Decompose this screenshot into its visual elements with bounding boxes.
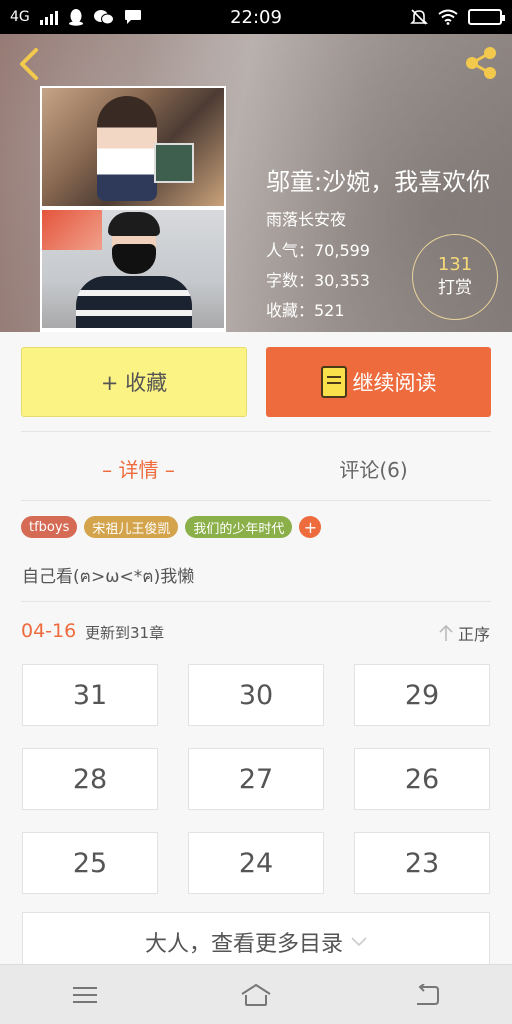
tag-item[interactable]: tfboys bbox=[21, 516, 78, 538]
menu-button[interactable] bbox=[55, 975, 115, 1015]
status-left: 4G bbox=[10, 8, 142, 26]
popularity-stat: 人气：70,599 bbox=[266, 241, 370, 260]
update-date: 04-16 bbox=[21, 620, 77, 642]
add-tag-button[interactable]: + bbox=[299, 516, 322, 538]
menu-icon bbox=[73, 986, 98, 1003]
book-icon bbox=[320, 366, 347, 398]
sort-label: 正序 bbox=[457, 625, 490, 644]
book-cover bbox=[40, 86, 226, 332]
status-bar: 4G 22:09 bbox=[0, 0, 512, 34]
tag-item[interactable]: 我们的少年时代 bbox=[185, 516, 293, 538]
message-icon bbox=[124, 10, 141, 24]
tab-detail[interactable]: – 详情 – bbox=[21, 448, 256, 488]
cover-photo-top bbox=[42, 88, 224, 206]
more-chapters-button[interactable]: 大人，查看更多目录 bbox=[22, 912, 490, 972]
continue-reading-label: 继续阅读 bbox=[352, 371, 437, 395]
reward-label: 打赏 bbox=[438, 278, 472, 298]
wechat-icon bbox=[93, 10, 114, 25]
divider bbox=[21, 500, 491, 501]
chapter-item[interactable]: 23 bbox=[354, 832, 490, 894]
tag-item[interactable]: 宋祖儿王俊凯 bbox=[84, 516, 179, 538]
chapter-item[interactable]: 24 bbox=[188, 832, 324, 894]
favorites-stat: 收藏：521 bbox=[266, 301, 345, 320]
divider bbox=[21, 431, 491, 432]
chapter-item[interactable]: 28 bbox=[22, 748, 158, 810]
book-header: 邬童:沙婉，我喜欢你 雨落长安夜 人气：70,599 字数：30,353 收藏：… bbox=[0, 34, 512, 332]
tab-comments[interactable]: 评论(6) bbox=[256, 448, 491, 488]
chapter-item[interactable]: 29 bbox=[354, 664, 490, 726]
chapter-item[interactable]: 26 bbox=[354, 748, 490, 810]
chapter-item[interactable]: 30 bbox=[188, 664, 324, 726]
cover-photo-bottom bbox=[42, 210, 224, 328]
continue-reading-button[interactable]: 继续阅读 bbox=[266, 347, 491, 417]
collect-label: + 收藏 bbox=[100, 371, 168, 395]
chevron-down-icon bbox=[351, 937, 367, 947]
signal-icon bbox=[39, 9, 58, 25]
mute-bell-icon bbox=[410, 9, 428, 25]
wifi-icon bbox=[438, 9, 458, 25]
word-count-stat: 字数：30,353 bbox=[266, 271, 370, 290]
update-text: 更新到31章 bbox=[85, 624, 165, 642]
qq-icon bbox=[68, 9, 83, 26]
tag-list: tfboys 宋祖儿王俊凯 我们的少年时代 + bbox=[21, 516, 322, 538]
reward-count: 131 bbox=[437, 254, 473, 275]
system-nav-bar bbox=[0, 964, 512, 1024]
sort-toggle[interactable]: 正序 bbox=[438, 621, 490, 645]
chapter-item[interactable]: 31 bbox=[22, 664, 158, 726]
chapter-item[interactable]: 27 bbox=[188, 748, 324, 810]
return-icon bbox=[416, 983, 439, 1005]
status-right bbox=[410, 8, 505, 26]
book-description: 自己看(ฅ>ω<*ฅ)我懒 bbox=[22, 567, 195, 587]
reward-button[interactable]: 131 打赏 bbox=[412, 234, 498, 320]
back-button[interactable] bbox=[14, 46, 44, 82]
share-icon bbox=[466, 47, 496, 79]
home-button[interactable] bbox=[226, 975, 286, 1015]
divider bbox=[21, 601, 491, 602]
more-chapters-label: 大人，查看更多目录 bbox=[144, 932, 343, 957]
chapter-item[interactable]: 25 bbox=[22, 832, 158, 894]
share-button[interactable] bbox=[462, 44, 500, 82]
home-icon bbox=[241, 983, 271, 1006]
status-time: 22:09 bbox=[230, 6, 282, 28]
book-title: 邬童:沙婉，我喜欢你 bbox=[266, 168, 491, 196]
network-label: 4G bbox=[10, 9, 30, 25]
chevron-left-icon bbox=[20, 48, 38, 80]
return-button[interactable] bbox=[397, 975, 457, 1015]
battery-icon bbox=[468, 9, 505, 25]
book-author[interactable]: 雨落长安夜 bbox=[266, 206, 346, 230]
arrow-up-icon bbox=[439, 624, 453, 641]
collect-button[interactable]: + 收藏 bbox=[21, 347, 247, 417]
